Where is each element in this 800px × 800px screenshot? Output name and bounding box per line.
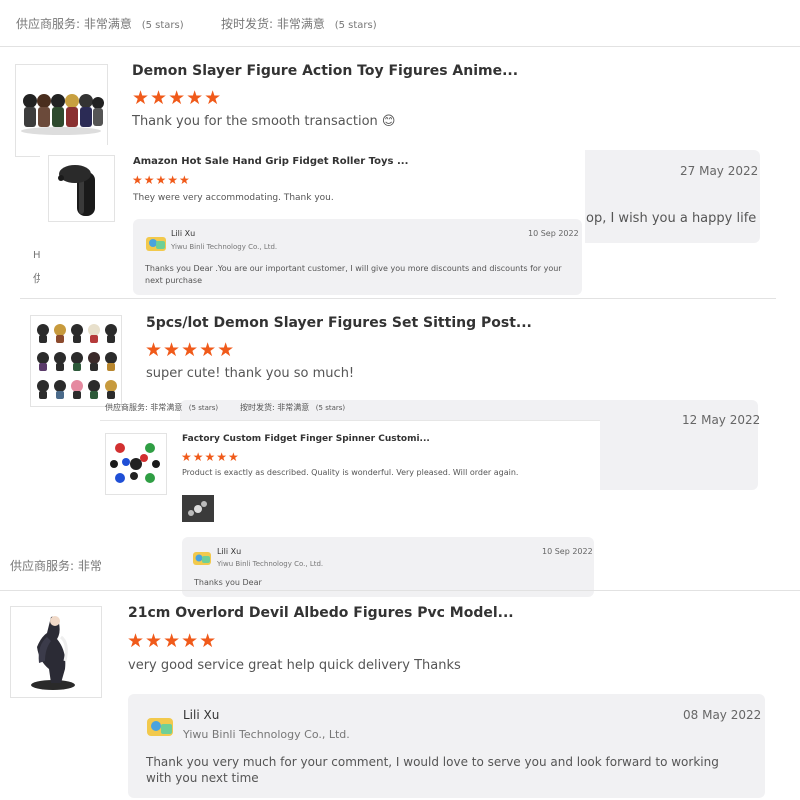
review4-reply-company: Yiwu Binli Technology Co., Ltd. <box>217 560 324 568</box>
review4-reply-date: 10 Sep 2022 <box>542 547 593 556</box>
review2-overlay: Amazon Hot Sale Hand Grip Fidget Roller … <box>40 145 585 297</box>
review5-comment: very good service great help quick deliv… <box>128 658 461 673</box>
review5-seller-reply: Lili Xu Yiwu Binli Technology Co., Ltd. … <box>128 694 765 798</box>
spinner-photo-image <box>182 495 214 522</box>
review5-reply-company: Yiwu Binli Technology Co., Ltd. <box>183 728 350 741</box>
review1-product-title[interactable]: Demon Slayer Figure Action Toy Figures A… <box>132 63 518 79</box>
review4-product-title[interactable]: Factory Custom Fidget Finger Spinner Cus… <box>182 434 430 444</box>
review5-star-rating: ★★★★★ <box>127 630 218 652</box>
ontime-delivery-rating: 按时发货: 非常满意 <box>221 17 325 31</box>
partial-rating-text: 供应商服务: 非常 <box>10 559 102 573</box>
mid-supplier-stars: (5 stars) <box>188 404 219 412</box>
review2-reply-company: Yiwu Binli Technology Co., Ltd. <box>171 243 278 251</box>
review2-star-rating: ★★★★★ <box>132 173 191 187</box>
review2-reply-date: 10 Sep 2022 <box>528 229 579 238</box>
review4-comment: Product is exactly as described. Quality… <box>182 468 519 477</box>
figures-set-image <box>37 324 117 399</box>
review1-reply-date: 27 May 2022 <box>680 164 759 178</box>
review1-comment: Thank you for the smooth transaction 😊 <box>132 114 396 129</box>
review3-reply-date: 12 May 2022 <box>682 413 761 427</box>
top-divider <box>0 46 800 47</box>
review2-comment: They were very accommodating. Thank you. <box>133 193 334 203</box>
seller-avatar-icon <box>147 718 173 736</box>
review5-product-title[interactable]: 21cm Overlord Devil Albedo Figures Pvc M… <box>128 605 514 621</box>
product-thumbnail-hand-grip[interactable] <box>48 155 115 222</box>
albedo-figure-image <box>31 616 75 690</box>
product-thumbnail-albedo-figure[interactable] <box>10 606 102 698</box>
review1-star-rating: ★★★★★ <box>132 87 223 109</box>
supplier-service-stars: (5 stars) <box>141 20 184 31</box>
top-ontime-strip: 按时发货: 非常满意 (5 stars) <box>221 15 377 32</box>
fidget-spinner-image <box>110 443 160 483</box>
review4-overlay: Factory Custom Fidget Finger Spinner Cus… <box>100 420 600 599</box>
review2-product-title[interactable]: Amazon Hot Sale Hand Grip Fidget Roller … <box>133 156 408 167</box>
review1-reply-text: op, I wish you a happy life <box>586 211 757 226</box>
top-rating-strip: 供应商服务: 非常满意 (5 stars) <box>16 15 184 32</box>
hand-grip-image <box>58 165 95 216</box>
review3-star-rating: ★★★★★ <box>145 339 236 361</box>
seller-avatar-icon <box>146 237 166 251</box>
mid-ontime-stars: (5 stars) <box>315 404 346 412</box>
mid-supplier-rating: 供应商服务: 非常满意 <box>105 403 183 412</box>
review2-reply-name: Lili Xu <box>171 229 196 238</box>
seller-avatar-icon <box>193 552 211 565</box>
review4-photo-thumbnail[interactable] <box>182 495 214 522</box>
mid-ontime-rating: 按时发货: 非常满意 <box>240 403 310 412</box>
figures-image <box>21 94 104 135</box>
review3-comment: super cute! thank you so much! <box>146 366 355 381</box>
mid-rating-strip: 供应商服务: 非常满意 (5 stars) <box>105 402 218 413</box>
review3-product-title[interactable]: 5pcs/lot Demon Slayer Figures Set Sittin… <box>146 315 532 331</box>
section-divider-3 <box>0 590 800 591</box>
review2-seller-reply: Lili Xu Yiwu Binli Technology Co., Ltd. … <box>133 219 582 295</box>
review4-seller-reply: Lili Xu Yiwu Binli Technology Co., Ltd. … <box>182 537 594 597</box>
section-divider-2 <box>20 298 776 299</box>
product-thumbnail-fidget-spinner[interactable] <box>105 433 167 495</box>
product-thumbnail-figures-set[interactable] <box>30 315 122 407</box>
supplier-service-rating: 供应商服务: 非常满意 <box>16 17 132 31</box>
review2-reply-text: Thanks you Dear .You are our important c… <box>145 264 562 285</box>
review4-reply-name: Lili Xu <box>217 547 242 556</box>
review4-star-rating: ★★★★★ <box>181 450 240 464</box>
mid-ontime-strip: 按时发货: 非常满意 (5 stars) <box>240 402 345 413</box>
review5-reply-text: Thank you very much for your comment, I … <box>146 755 719 785</box>
review5-reply-date: 08 May 2022 <box>683 708 762 722</box>
review4-reply-text: Thanks you Dear <box>194 578 262 587</box>
product-thumbnail-demon-slayer[interactable] <box>15 64 108 157</box>
review5-reply-name: Lili Xu <box>183 708 220 722</box>
ontime-delivery-stars: (5 stars) <box>334 20 377 31</box>
